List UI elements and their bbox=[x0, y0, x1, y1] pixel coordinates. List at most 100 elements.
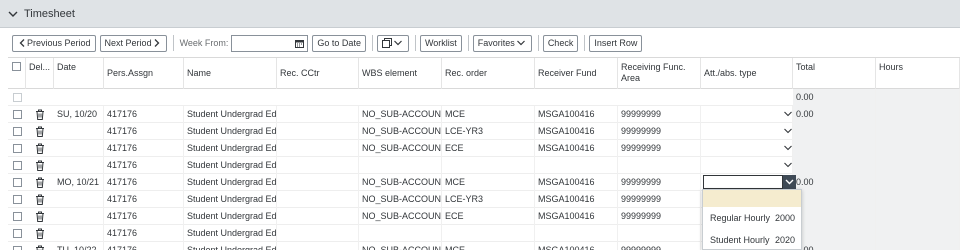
column-header-att-abs-type[interactable]: Att./abs. type bbox=[701, 58, 793, 89]
chevron-down-icon[interactable] bbox=[784, 110, 792, 118]
next-period-button[interactable]: Next Period bbox=[99, 34, 167, 52]
att-abs-type-cell[interactable] bbox=[701, 157, 793, 174]
trash-icon[interactable] bbox=[35, 177, 45, 188]
wbs-element-cell[interactable] bbox=[359, 157, 442, 174]
wbs-element-cell[interactable] bbox=[359, 225, 442, 242]
receiving-func-area-cell[interactable]: 99999999 bbox=[618, 242, 701, 250]
rec-cctr-cell[interactable] bbox=[277, 242, 359, 250]
rec-cctr-cell[interactable] bbox=[277, 106, 359, 123]
att-abs-type-cell[interactable] bbox=[701, 140, 793, 157]
rec-order-cell[interactable] bbox=[442, 225, 535, 242]
previous-period-button[interactable]: Previous Period bbox=[12, 34, 96, 52]
rec-order-cell[interactable]: LCE-YR3 bbox=[442, 191, 535, 208]
trash-icon[interactable] bbox=[35, 109, 45, 120]
check-button[interactable]: Check bbox=[542, 34, 579, 52]
column-header-rec-order[interactable]: Rec. order bbox=[442, 58, 535, 89]
rec-cctr-cell[interactable] bbox=[277, 191, 359, 208]
att-abs-type-cell[interactable] bbox=[701, 106, 793, 123]
trash-icon[interactable] bbox=[35, 245, 45, 250]
table-row[interactable]: 417176 Student Undergrad Edu NO_SUB-ACCO… bbox=[8, 208, 960, 225]
pers-assgn-cell[interactable]: 417176 bbox=[104, 242, 184, 250]
table-row[interactable]: 417176 Student Undergrad Edu NO_SUB-ACCO… bbox=[8, 191, 960, 208]
favorites-menu-button[interactable]: Favorites bbox=[472, 34, 532, 52]
receiver-fund-cell[interactable]: MSGA100416 bbox=[535, 106, 618, 123]
rec-cctr-cell[interactable] bbox=[277, 123, 359, 140]
chevron-down-icon[interactable] bbox=[784, 127, 792, 135]
pers-assgn-cell[interactable]: 417176 bbox=[104, 123, 184, 140]
column-header-receiving-func-area[interactable]: Receiving Func. Area bbox=[618, 58, 701, 89]
column-header-total[interactable]: Total bbox=[793, 58, 876, 89]
calendar-icon[interactable] bbox=[295, 39, 305, 48]
table-row[interactable]: MO, 10/21 417176 Student Undergrad Edu N… bbox=[8, 174, 960, 191]
receiver-fund-cell[interactable]: MSGA100416 bbox=[535, 208, 618, 225]
rec-order-cell[interactable]: MCE bbox=[442, 242, 535, 250]
receiver-fund-cell[interactable]: MSGA100416 bbox=[535, 140, 618, 157]
table-row[interactable]: 417176 Student Undergrad Edu bbox=[8, 225, 960, 242]
rec-cctr-cell[interactable] bbox=[277, 157, 359, 174]
worklist-button[interactable]: Worklist bbox=[419, 34, 462, 52]
insert-row-button[interactable]: Insert Row bbox=[589, 34, 643, 52]
row-checkbox[interactable] bbox=[13, 178, 22, 187]
pers-assgn-cell[interactable]: 417176 bbox=[104, 106, 184, 123]
receiver-fund-cell[interactable]: MSGA100416 bbox=[535, 174, 618, 191]
hours-cell[interactable] bbox=[876, 157, 960, 174]
receiver-fund-cell[interactable]: MSGA100416 bbox=[535, 123, 618, 140]
go-to-date-button[interactable]: Go to Date bbox=[312, 34, 366, 52]
hours-cell[interactable] bbox=[876, 106, 960, 123]
wbs-element-cell[interactable]: NO_SUB-ACCOUNT bbox=[359, 106, 442, 123]
att-abs-type-cell[interactable] bbox=[701, 123, 793, 140]
column-header-wbs-element[interactable]: WBS element bbox=[359, 58, 442, 89]
rec-order-cell[interactable]: MCE bbox=[442, 174, 535, 191]
receiving-func-area-cell[interactable]: 99999999 bbox=[618, 208, 701, 225]
receiving-func-area-cell[interactable]: 99999999 bbox=[618, 191, 701, 208]
table-row[interactable]: 417176 Student Undergrad Edu NO_SUB-ACCO… bbox=[8, 140, 960, 157]
trash-icon[interactable] bbox=[35, 228, 45, 239]
wbs-element-cell[interactable]: NO_SUB-ACCOUNT bbox=[359, 123, 442, 140]
chevron-down-icon[interactable] bbox=[784, 144, 792, 152]
hours-cell[interactable] bbox=[876, 140, 960, 157]
table-row[interactable]: 417176 Student Undergrad Edu bbox=[8, 157, 960, 174]
receiver-fund-cell[interactable]: MSGA100416 bbox=[535, 242, 618, 250]
timesheet-panel-header[interactable]: Timesheet bbox=[0, 0, 960, 28]
row-checkbox[interactable] bbox=[13, 195, 22, 204]
receiver-fund-cell[interactable] bbox=[535, 225, 618, 242]
column-header-receiver-fund[interactable]: Receiver Fund bbox=[535, 58, 618, 89]
att-abs-type-input[interactable] bbox=[703, 175, 783, 189]
rec-cctr-cell[interactable] bbox=[277, 225, 359, 242]
receiving-func-area-cell[interactable] bbox=[618, 157, 701, 174]
hours-cell[interactable] bbox=[876, 208, 960, 225]
receiving-func-area-cell[interactable] bbox=[618, 225, 701, 242]
row-checkbox[interactable] bbox=[13, 110, 22, 119]
rec-order-cell[interactable]: LCE-YR3 bbox=[442, 123, 535, 140]
column-header-rec-cctr[interactable]: Rec. CCtr bbox=[277, 58, 359, 89]
rec-order-cell[interactable]: ECE bbox=[442, 208, 535, 225]
column-header-hours[interactable]: Hours bbox=[876, 58, 960, 89]
rec-order-cell[interactable]: MCE bbox=[442, 106, 535, 123]
rec-cctr-cell[interactable] bbox=[277, 174, 359, 191]
trash-icon[interactable] bbox=[35, 194, 45, 205]
column-header-pers-assgn[interactable]: Pers.Assgn bbox=[104, 58, 184, 89]
dropdown-option-student-hourly[interactable]: Student Hourly 2020 bbox=[703, 229, 801, 250]
receiver-fund-cell[interactable] bbox=[535, 157, 618, 174]
week-from-input[interactable] bbox=[231, 34, 309, 52]
rec-cctr-cell[interactable] bbox=[277, 208, 359, 225]
hours-cell[interactable] bbox=[876, 225, 960, 242]
wbs-element-cell[interactable]: NO_SUB-ACCOUNT bbox=[359, 242, 442, 250]
wbs-element-cell[interactable]: NO_SUB-ACCOUNT bbox=[359, 140, 442, 157]
pers-assgn-cell[interactable]: 417176 bbox=[104, 140, 184, 157]
row-checkbox[interactable] bbox=[13, 229, 22, 238]
row-checkbox[interactable] bbox=[13, 161, 22, 170]
rec-order-cell[interactable]: ECE bbox=[442, 140, 535, 157]
column-header-delete[interactable]: Del... bbox=[26, 58, 54, 89]
wbs-element-cell[interactable]: NO_SUB-ACCOUNT bbox=[359, 208, 442, 225]
receiving-func-area-cell[interactable]: 99999999 bbox=[618, 123, 701, 140]
copy-menu-button[interactable] bbox=[376, 34, 409, 52]
pers-assgn-cell[interactable]: 417176 bbox=[104, 208, 184, 225]
receiving-func-area-cell[interactable]: 99999999 bbox=[618, 174, 701, 191]
pers-assgn-cell[interactable]: 417176 bbox=[104, 225, 184, 242]
pers-assgn-cell[interactable]: 417176 bbox=[104, 191, 184, 208]
column-header-date[interactable]: Date bbox=[54, 58, 104, 89]
chevron-down-icon[interactable] bbox=[8, 9, 18, 19]
trash-icon[interactable] bbox=[35, 211, 45, 222]
table-row[interactable]: TU, 10/22 417176 Student Undergrad Edu N… bbox=[8, 242, 960, 250]
